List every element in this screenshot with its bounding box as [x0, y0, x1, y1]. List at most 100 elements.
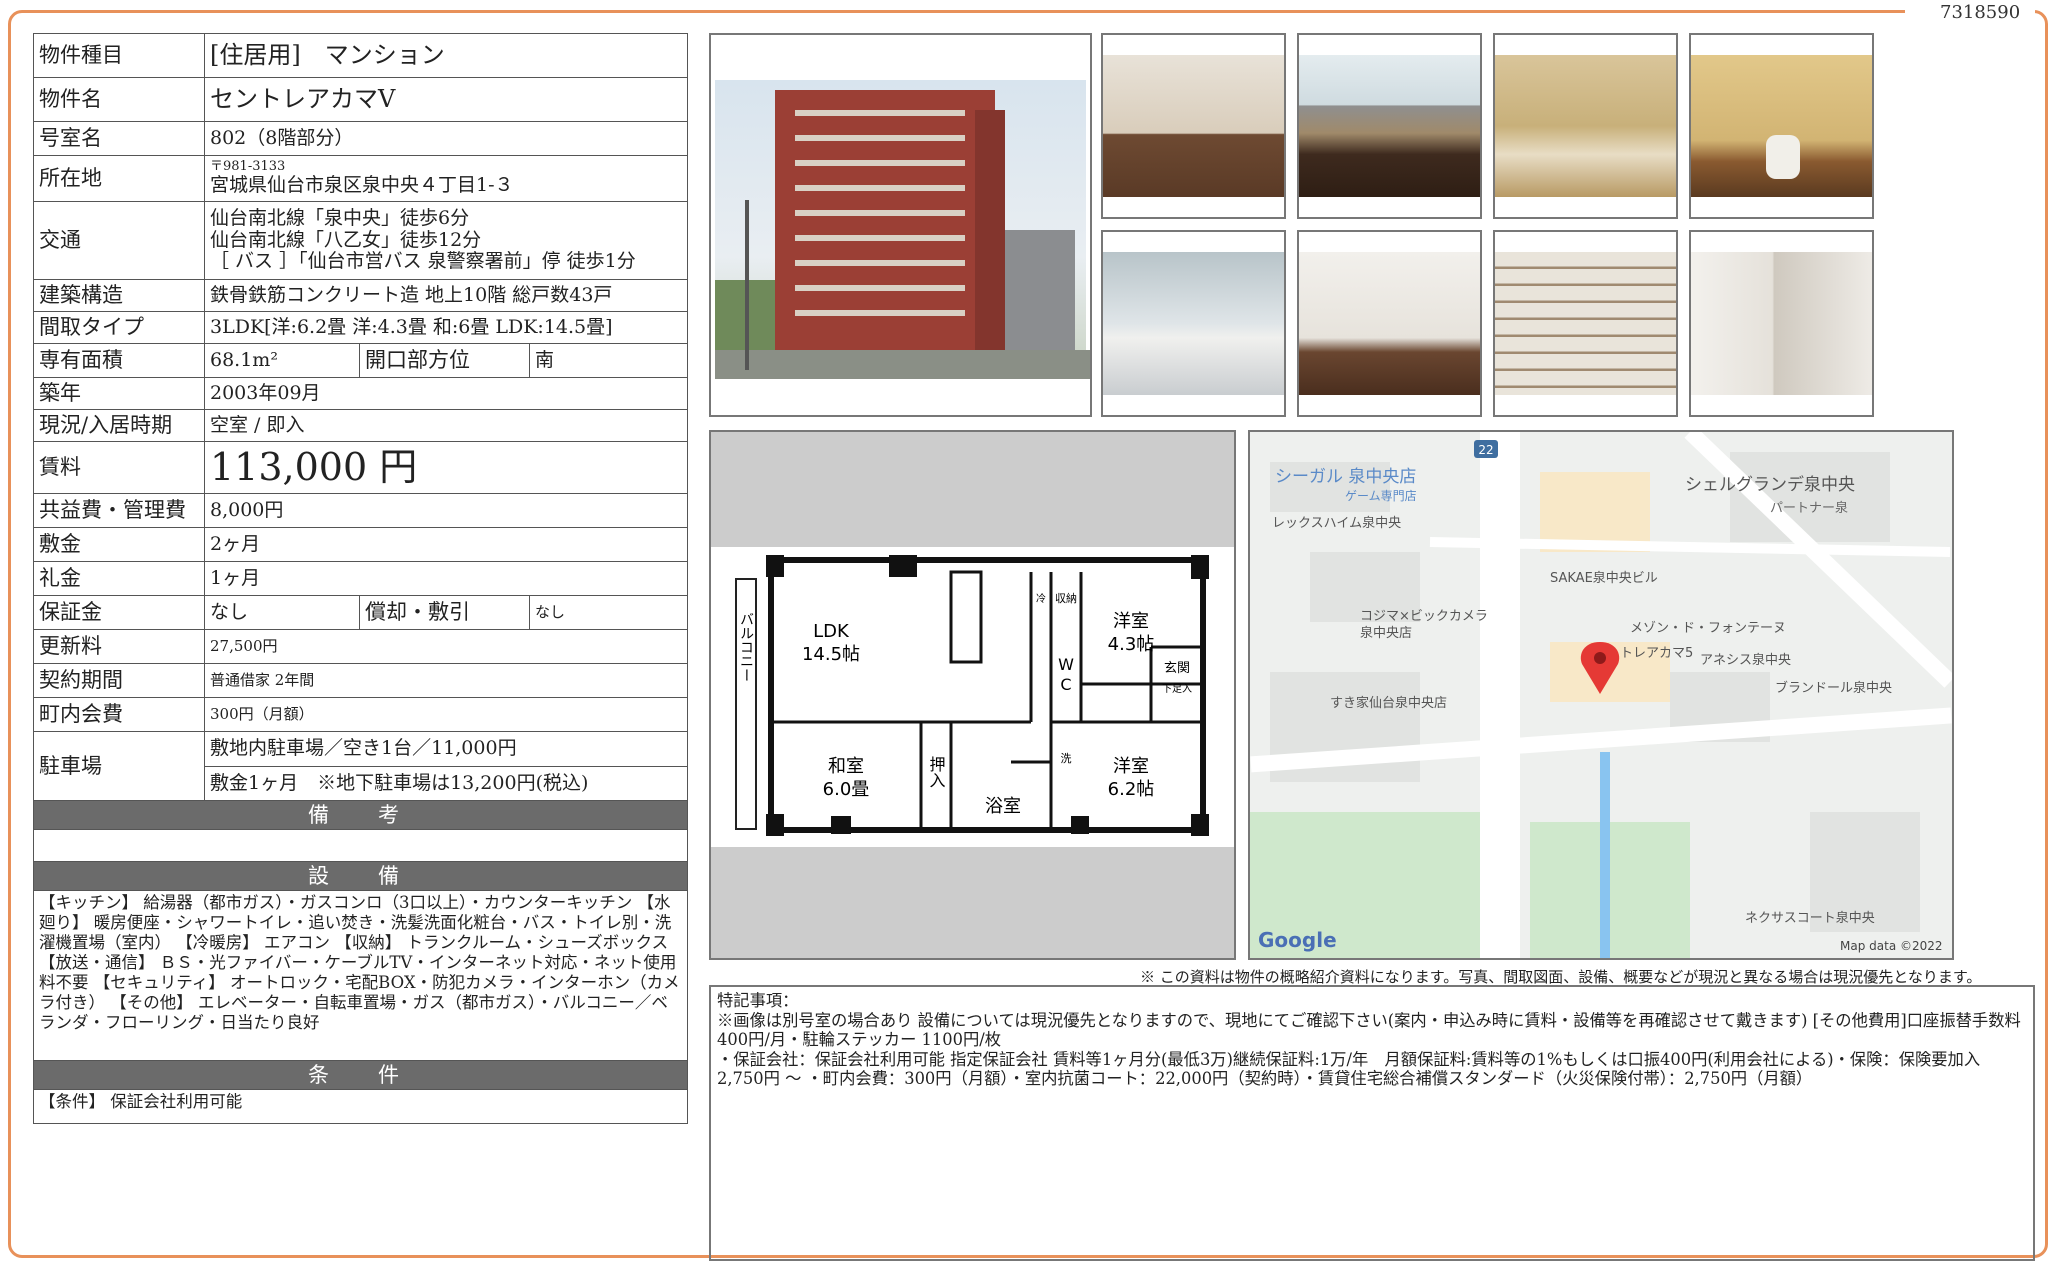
remarks-body — [32, 829, 689, 862]
postal-code: 〒981-3133 — [210, 159, 286, 175]
map-label-seagull: シーガル 泉中央店 — [1275, 467, 1416, 487]
disclaimer: ※ この資料は物件の概略紹介資料になります。写真、間取図面、設備、概要などが現況… — [1140, 968, 1982, 986]
toilet-photo — [1689, 33, 1874, 219]
washer-label: 洗 — [1061, 752, 1072, 765]
wc-label-c: C — [1060, 675, 1071, 694]
layout-label: 間取タイプ — [33, 311, 205, 344]
storage-label: 収納 — [1055, 592, 1077, 605]
town-fee-value: 300円（月額） — [203, 697, 689, 732]
map-label-sakae: SAKAE泉中央ビル — [1550, 570, 1658, 586]
kitchen-photo — [1297, 33, 1482, 219]
wc-label-w: W — [1058, 655, 1074, 674]
aspect-value: 南 — [528, 343, 689, 378]
map-label-lexus: レックスハイム泉中央 — [1272, 515, 1401, 531]
equipment-header: 設 備 — [32, 861, 689, 891]
conditions-text: 【条件】 保証会社利用可能 — [32, 1089, 689, 1124]
parking-line-2: 敷金1ヶ月 ※地下駐車場は13,200円(税込) — [203, 766, 689, 801]
rent-value: 113,000 円 — [203, 441, 689, 494]
hallway-photo — [1297, 230, 1482, 417]
map-label-anesis: アネシス泉中央 — [1700, 652, 1791, 668]
status-value: 空室 / 即入 — [203, 409, 689, 442]
structure-label: 建築構造 — [33, 279, 205, 312]
floor-plan-drawing: LDK 14.5帖 洋室 4.3帖 洋室 6.2帖 和室 6.0畳 押入 浴室 … — [711, 547, 1234, 847]
map-label-centrea: トレアカマ5 — [1620, 646, 1693, 661]
shoe-box-label: 下足入 — [1162, 683, 1192, 695]
parking-label: 駐車場 — [33, 731, 205, 801]
deposit-value: 2ヶ月 — [203, 527, 689, 562]
map-label-sukiya: すき家仙台泉中央店 — [1330, 695, 1447, 711]
map-label-partner: パートナー泉 — [1770, 500, 1848, 516]
map-label-nexus: ネクサスコート泉中央 — [1745, 910, 1875, 926]
map-data-credit: Map data ©2022 — [1840, 939, 1943, 953]
map-label-kojima-store: 泉中央店 — [1360, 625, 1412, 641]
bath-label: 浴室 — [985, 796, 1021, 817]
guarantee-label: 保証金 — [33, 595, 205, 630]
route-22-label: 22 — [1478, 443, 1493, 457]
keymoney-label: 礼金 — [33, 561, 205, 596]
guarantee-value: なし — [204, 595, 360, 630]
location-map: 22 シーガル 泉中央店 ゲーム専門店 シェルグランデ泉中央 パートナー泉 レッ… — [1248, 430, 1954, 960]
room-label: 号室名 — [33, 121, 205, 156]
address-label: 所在地 — [33, 155, 205, 202]
map-label-shelgrande: シェルグランデ泉中央 — [1685, 474, 1855, 495]
transport-line-2: 仙台南北線「八乙女」徒歩12分 — [210, 228, 482, 251]
property-table: 物件種目 [住居用] マンション 物件名 セントレアカマV 号室名 802（8階… — [32, 33, 689, 1124]
contract-label: 契約期間 — [33, 663, 205, 698]
west-room-2-size: 6.2帖 — [1108, 779, 1155, 800]
map-drawing: 22 シーガル 泉中央店 ゲーム専門店 シェルグランデ泉中央 パートナー泉 レッ… — [1250, 432, 1952, 958]
room-value: 802（8階部分） — [203, 121, 689, 156]
storage-photo — [1689, 230, 1874, 417]
type-label: 物件種目 — [33, 33, 205, 78]
renewal-label: 更新料 — [33, 629, 205, 664]
name-label: 物件名 — [33, 77, 205, 122]
ldk-size: 14.5帖 — [802, 644, 860, 665]
keymoney-value: 1ヶ月 — [203, 561, 689, 596]
balcony-label: バルコニー — [738, 612, 754, 682]
notes-line-2: ・保証会社：保証会社利用可能 指定保証会社 賃料等1ヶ月分(最低3万)継続保証料… — [717, 1049, 1981, 1089]
remarks-header: 備 考 — [32, 800, 689, 830]
structure-value: 鉄骨鉄筋コンクリート造 地上10階 総戸数43戸 — [203, 279, 689, 312]
closet-photo — [1493, 230, 1678, 417]
amort-value: なし — [528, 595, 689, 630]
map-label-kojima: コジマ×ビックカメラ — [1360, 609, 1488, 624]
japanese-room-name: 和室 — [828, 756, 864, 777]
equipment-text: 【キッチン】 給湯器（都市ガス）・ガスコンロ（3口以上）・カウンターキッチン 【… — [32, 890, 689, 1061]
amort-label: 償却・敷引 — [359, 595, 530, 630]
west-room-2-name: 洋室 — [1113, 756, 1149, 777]
area-value: 68.1m² — [204, 343, 360, 378]
status-label: 現況/入居時期 — [33, 409, 205, 442]
west-room-name: 洋室 — [1113, 611, 1149, 632]
ldk-name: LDK — [813, 621, 850, 642]
built-value: 2003年09月 — [203, 377, 689, 410]
parking-line-1: 敷地内駐車場／空き1台／11,000円 — [203, 731, 689, 767]
special-notes: 特記事項： ※画像は別号室の場合あり 設備については現況優先となりますので、現地… — [709, 985, 2035, 1261]
rent-label: 賃料 — [33, 441, 205, 494]
area-label: 専有面積 — [33, 343, 205, 378]
map-label-game: ゲーム専門店 — [1345, 489, 1417, 503]
living-room-photo — [1101, 33, 1286, 219]
washroom-photo — [1101, 230, 1286, 417]
japanese-room-size: 6.0畳 — [823, 779, 870, 800]
oshiire-label: 押入 — [927, 756, 946, 788]
notes-line-1: ※画像は別号室の場合あり 設備については現況優先となりますので、現地にてご確認下… — [717, 1010, 2021, 1050]
building-photo — [709, 33, 1092, 417]
aspect-label: 開口部方位 — [359, 343, 530, 378]
transport-line-1: 仙台南北線「泉中央」徒歩6分 — [210, 206, 470, 229]
floor-plan: LDK 14.5帖 洋室 4.3帖 洋室 6.2帖 和室 6.0畳 押入 浴室 … — [709, 430, 1236, 960]
layout-value: 3LDK[洋:6.2畳 洋:4.3畳 和:6畳 LDK:14.5畳] — [203, 311, 689, 344]
building-illustration — [715, 90, 1090, 379]
address-value: 宮城県仙台市泉区泉中央４丁目1-３ — [210, 174, 514, 197]
contract-value: 普通借家 2年間 — [203, 663, 689, 698]
map-label-brandor: ブランドール泉中央 — [1775, 680, 1892, 696]
bathroom-photo — [1493, 33, 1678, 219]
fridge-label: 冷 — [1036, 592, 1046, 605]
deposit-label: 敷金 — [33, 527, 205, 562]
document-id: 7318590 — [1940, 2, 2021, 23]
fee-label: 共益費・管理費 — [33, 493, 205, 528]
entrance-label: 玄関 — [1164, 661, 1190, 676]
notes-title: 特記事項： — [717, 991, 799, 1010]
conditions-header: 条 件 — [32, 1060, 689, 1090]
fee-value: 8,000円 — [203, 493, 689, 528]
google-logo: Google — [1258, 928, 1337, 952]
built-label: 築年 — [33, 377, 205, 410]
